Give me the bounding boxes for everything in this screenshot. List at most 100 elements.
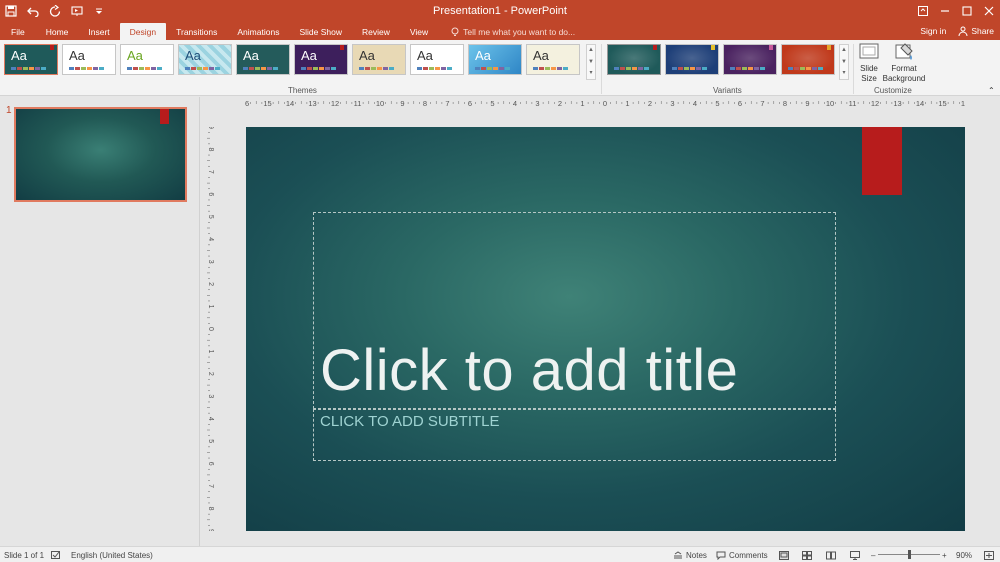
variant-blue[interactable]: [665, 44, 719, 75]
ruler-label: 11: [354, 99, 362, 108]
maximize-icon[interactable]: [956, 0, 978, 22]
spell-check-icon[interactable]: [51, 551, 61, 560]
ruler-label: 9: [400, 99, 404, 108]
ruler-label: 6: [468, 99, 472, 108]
variants-gallery-scroll[interactable]: ▲ ▼ ▾: [839, 44, 849, 80]
slide-show-icon[interactable]: [850, 551, 860, 560]
collapse-ribbon-icon[interactable]: ⌃: [988, 86, 995, 96]
normal-view-icon[interactable]: [779, 551, 789, 560]
tab-transitions[interactable]: Transitions: [166, 24, 227, 40]
tab-animations[interactable]: Animations: [227, 24, 289, 40]
ruler-label: 5: [207, 215, 214, 219]
tell-me-box[interactable]: Tell me what you want to do...: [450, 24, 575, 40]
reading-view-icon[interactable]: [826, 551, 836, 560]
themes-gallery: Aa Aa Aa Aa Aa Aa Aa Aa Aa Aa: [4, 44, 584, 75]
zoom-out-icon[interactable]: –: [871, 551, 875, 560]
slide-size-button[interactable]: Slide Size: [857, 42, 881, 84]
close-icon[interactable]: [978, 0, 1000, 22]
more-icon[interactable]: ▾: [840, 68, 848, 79]
ruler-label: 9: [805, 99, 809, 108]
sign-in-link[interactable]: Sign in: [920, 26, 946, 36]
scroll-up-icon[interactable]: ▲: [587, 45, 595, 56]
ruler-label: 7: [760, 99, 764, 108]
theme-ion-boardroom-theme[interactable]: Aa: [236, 44, 290, 75]
theme-office-theme[interactable]: Aa: [62, 44, 116, 75]
ribbon-display-icon[interactable]: [912, 0, 934, 22]
ruler-label: 8: [207, 507, 214, 511]
ruler-label: 2: [558, 99, 562, 108]
theme-slice-theme[interactable]: Aa: [468, 44, 522, 75]
zoom-in-icon[interactable]: +: [942, 551, 947, 560]
ruler-label: 4: [513, 99, 517, 108]
ruler-label: 1: [207, 305, 214, 309]
ruler-label: 4: [207, 417, 214, 421]
minimize-icon[interactable]: [934, 0, 956, 22]
language-indicator[interactable]: English (United States): [71, 551, 153, 560]
undo-icon[interactable]: [24, 2, 42, 20]
tab-file[interactable]: File: [0, 24, 36, 40]
comments-button[interactable]: Comments: [716, 551, 768, 560]
theme-integral-theme[interactable]: Aa: [178, 44, 232, 75]
ruler-label: 16: [245, 99, 249, 108]
ruler-label: 3: [535, 99, 539, 108]
theme-current-theme[interactable]: Aa: [4, 44, 58, 75]
ruler-label: 0: [207, 327, 214, 331]
variant-orange[interactable]: [781, 44, 835, 75]
ruler-label: 9: [207, 127, 214, 129]
theme-color-swatches: [301, 67, 337, 70]
customize-qat-icon[interactable]: [90, 2, 108, 20]
ruler-label: 1: [580, 99, 584, 108]
more-icon[interactable]: ▾: [587, 68, 595, 79]
theme-ion-theme[interactable]: Aa: [294, 44, 348, 75]
theme-color-swatches: [359, 67, 395, 70]
theme-retrospect-theme[interactable]: Aa: [410, 44, 464, 75]
variant-purple[interactable]: [723, 44, 777, 75]
zoom-slider-thumb[interactable]: [907, 550, 911, 559]
tab-design[interactable]: Design: [119, 23, 167, 40]
notes-button[interactable]: Notes: [673, 551, 707, 560]
share-person-icon: [958, 26, 968, 36]
scroll-up-icon[interactable]: ▲: [840, 45, 848, 56]
lightbulb-icon: [451, 27, 459, 36]
fit-to-window-icon[interactable]: [984, 551, 994, 560]
ribbon-tabs: File Home Insert Design Transitions Anim…: [0, 22, 1000, 40]
ruler-label: 7: [207, 484, 214, 488]
theme-wisp-theme[interactable]: Aa: [526, 44, 580, 75]
save-icon[interactable]: [2, 2, 20, 20]
subtitle-placeholder[interactable]: CLICK TO ADD SUBTITLE: [313, 409, 836, 461]
slide-thumbnail-flag: [160, 109, 169, 124]
format-background-button[interactable]: Format Background: [882, 42, 926, 84]
subtitle-placeholder-text: CLICK TO ADD SUBTITLE: [320, 413, 500, 430]
tab-review[interactable]: Review: [352, 24, 400, 40]
redo-icon[interactable]: [46, 2, 64, 20]
ruler-label: 1: [625, 99, 629, 108]
tab-view[interactable]: View: [400, 24, 438, 40]
share-label: Share: [971, 26, 994, 36]
slide-canvas[interactable]: Click to add title CLICK TO ADD SUBTITLE: [246, 127, 965, 531]
scroll-down-icon[interactable]: ▼: [587, 57, 595, 68]
title-placeholder-text: Click to add title: [320, 338, 739, 403]
zoom-level[interactable]: 90%: [956, 551, 972, 560]
tab-home[interactable]: Home: [36, 24, 79, 40]
slide-sorter-icon[interactable]: [802, 551, 812, 560]
tab-slide-show[interactable]: Slide Show: [289, 24, 352, 40]
theme-preview-text: Aa: [475, 48, 491, 63]
themes-gallery-scroll[interactable]: ▲ ▼ ▾: [586, 44, 596, 80]
slide-count: Slide 1 of 1: [4, 551, 45, 560]
share-button[interactable]: Share: [958, 26, 994, 36]
variant-color-swatches: [730, 67, 766, 70]
slide-thumbnail[interactable]: [14, 107, 187, 202]
themes-group-label: Themes: [288, 86, 317, 95]
slides-panel: 1: [0, 97, 200, 546]
format-background-label: Format Background: [882, 64, 926, 83]
scroll-down-icon[interactable]: ▼: [840, 57, 848, 68]
variant-corner-flag: [769, 45, 773, 50]
start-from-beginning-icon[interactable]: [68, 2, 86, 20]
tab-insert[interactable]: Insert: [78, 24, 119, 40]
design-ribbon: Aa Aa Aa Aa Aa Aa Aa Aa Aa Aa ▲ ▼ ▾ Themes ▲ ▼ ▾ …: [0, 40, 1000, 96]
variant-teal[interactable]: [607, 44, 661, 75]
title-placeholder[interactable]: Click to add title: [313, 212, 836, 409]
comments-label: Comments: [729, 551, 768, 560]
theme-facet-theme[interactable]: Aa: [120, 44, 174, 75]
theme-organic-theme[interactable]: Aa: [352, 44, 406, 75]
